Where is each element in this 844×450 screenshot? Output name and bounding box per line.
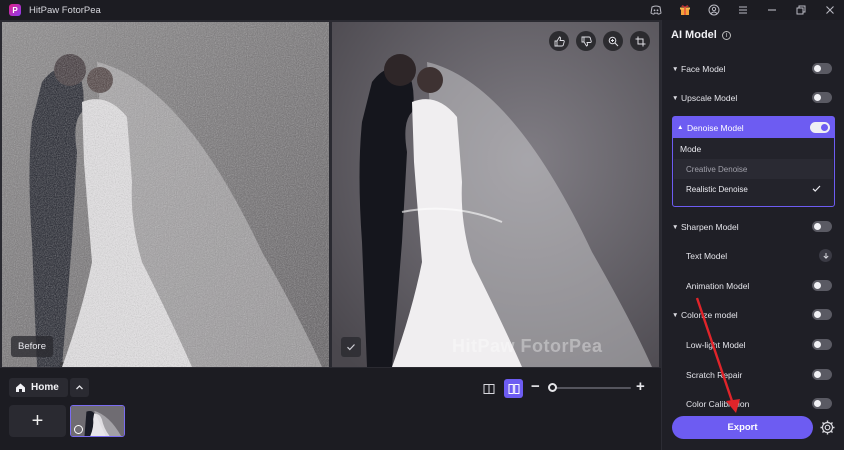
denoise-model-toggle[interactable] bbox=[810, 122, 830, 133]
restore-icon[interactable] bbox=[786, 0, 815, 20]
text-model-row[interactable]: Text Model bbox=[672, 245, 836, 267]
image-thumbnail[interactable] bbox=[70, 405, 125, 437]
mode-label: Mode bbox=[680, 143, 702, 154]
sharpen-model-row[interactable]: ▼ Sharpen Model bbox=[672, 216, 836, 238]
before-image-pane: Before bbox=[2, 22, 329, 367]
panel-title: AI Model i bbox=[671, 29, 731, 41]
collapse-button[interactable] bbox=[70, 378, 89, 397]
zoom-out-button[interactable]: − bbox=[531, 378, 540, 395]
home-button[interactable]: Home bbox=[9, 378, 68, 397]
color-calibration-row[interactable]: Color Calibration bbox=[672, 393, 836, 415]
animation-model-label: Animation Model bbox=[686, 281, 750, 291]
realistic-denoise-option[interactable]: Realistic Denoise bbox=[674, 179, 833, 199]
split-view-button[interactable] bbox=[504, 379, 523, 398]
thumbs-down-icon[interactable] bbox=[576, 31, 596, 51]
scratch-repair-label: Scratch Repair bbox=[686, 370, 743, 380]
watermark-text: HitPaw FotorPea bbox=[452, 336, 603, 356]
single-view-icon bbox=[483, 383, 494, 394]
crop-icon[interactable] bbox=[630, 31, 650, 51]
expand-triangle-icon: ▼ bbox=[672, 223, 679, 231]
zoom-slider-handle[interactable] bbox=[548, 383, 557, 392]
app-title: HitPaw FotorPea bbox=[29, 4, 101, 16]
user-icon[interactable] bbox=[699, 0, 728, 20]
panel-title-text: AI Model bbox=[671, 29, 717, 41]
colorize-model-toggle[interactable] bbox=[812, 309, 832, 320]
app-logo-icon: P bbox=[9, 4, 21, 16]
face-model-label: Face Model bbox=[681, 64, 726, 74]
zoom-slider-track[interactable] bbox=[549, 387, 631, 389]
info-icon[interactable]: i bbox=[721, 30, 731, 40]
bottom-toolbar: Home + − + bbox=[0, 368, 661, 450]
zoom-in-button[interactable]: + bbox=[636, 378, 645, 395]
history-icon bbox=[74, 425, 83, 434]
after-photo bbox=[332, 22, 659, 367]
animation-model-row[interactable]: Animation Model bbox=[672, 275, 836, 297]
minimize-icon[interactable] bbox=[757, 0, 786, 20]
denoise-model-label: Denoise Model bbox=[687, 122, 744, 133]
download-icon[interactable] bbox=[819, 249, 832, 262]
before-photo bbox=[2, 22, 329, 367]
add-image-button[interactable]: + bbox=[9, 405, 66, 437]
colorize-model-row[interactable]: ▼ Colorize model bbox=[672, 304, 836, 326]
color-calibration-label: Color Calibration bbox=[686, 399, 750, 409]
close-icon[interactable] bbox=[815, 0, 844, 20]
animation-model-toggle[interactable] bbox=[812, 280, 832, 291]
chevron-up-icon bbox=[76, 385, 83, 390]
before-label: Before bbox=[11, 336, 53, 357]
creative-denoise-option[interactable]: Creative Denoise bbox=[674, 159, 833, 179]
check-icon bbox=[812, 185, 821, 192]
face-model-row[interactable]: ▼ Face Model bbox=[672, 58, 836, 80]
thumbs-up-icon[interactable] bbox=[549, 31, 569, 51]
after-image-pane: HitPaw FotorPea bbox=[332, 22, 659, 367]
color-calibration-toggle[interactable] bbox=[812, 398, 832, 409]
denoise-model-section: ▲ Denoise Model Mode Creative Denoise Re… bbox=[672, 116, 835, 207]
scratch-repair-row[interactable]: Scratch Repair bbox=[672, 364, 836, 386]
text-model-label: Text Model bbox=[686, 251, 728, 261]
realistic-denoise-label: Realistic Denoise bbox=[686, 184, 748, 194]
upscale-model-toggle[interactable] bbox=[812, 92, 832, 103]
scratch-repair-toggle[interactable] bbox=[812, 369, 832, 380]
upscale-model-row[interactable]: ▼ Upscale Model bbox=[672, 87, 836, 109]
colorize-model-label: Colorize model bbox=[681, 310, 738, 320]
lowlight-model-toggle[interactable] bbox=[812, 339, 832, 350]
expand-triangle-icon: ▼ bbox=[672, 65, 679, 73]
zoom-icon[interactable] bbox=[603, 31, 623, 51]
export-button[interactable]: Export bbox=[672, 416, 813, 439]
collapse-triangle-icon: ▲ bbox=[677, 124, 684, 131]
face-model-toggle[interactable] bbox=[812, 63, 832, 74]
settings-gear-icon[interactable] bbox=[819, 419, 836, 436]
split-view-icon bbox=[508, 383, 519, 394]
home-label: Home bbox=[31, 382, 59, 393]
single-view-button[interactable] bbox=[480, 380, 497, 397]
lowlight-model-label: Low-light Model bbox=[686, 340, 746, 350]
discord-icon[interactable] bbox=[641, 0, 670, 20]
lowlight-model-row[interactable]: Low-light Model bbox=[672, 334, 836, 356]
preview-canvas: Before HitPaw FotorPea bbox=[0, 20, 661, 368]
gift-icon[interactable] bbox=[670, 0, 699, 20]
sharpen-model-toggle[interactable] bbox=[812, 221, 832, 232]
denoise-model-header[interactable]: ▲ Denoise Model bbox=[673, 117, 834, 138]
menu-icon[interactable] bbox=[728, 0, 757, 20]
upscale-model-label: Upscale Model bbox=[681, 93, 738, 103]
home-icon bbox=[16, 383, 25, 392]
compare-check-icon[interactable] bbox=[341, 337, 361, 357]
expand-triangle-icon: ▼ bbox=[672, 94, 679, 102]
expand-triangle-icon: ▼ bbox=[672, 311, 679, 319]
sharpen-model-label: Sharpen Model bbox=[681, 222, 739, 232]
ai-model-panel: AI Model i ▼ Face Model ▼ Upscale Model … bbox=[661, 20, 844, 450]
title-bar: P HitPaw FotorPea bbox=[0, 0, 844, 20]
